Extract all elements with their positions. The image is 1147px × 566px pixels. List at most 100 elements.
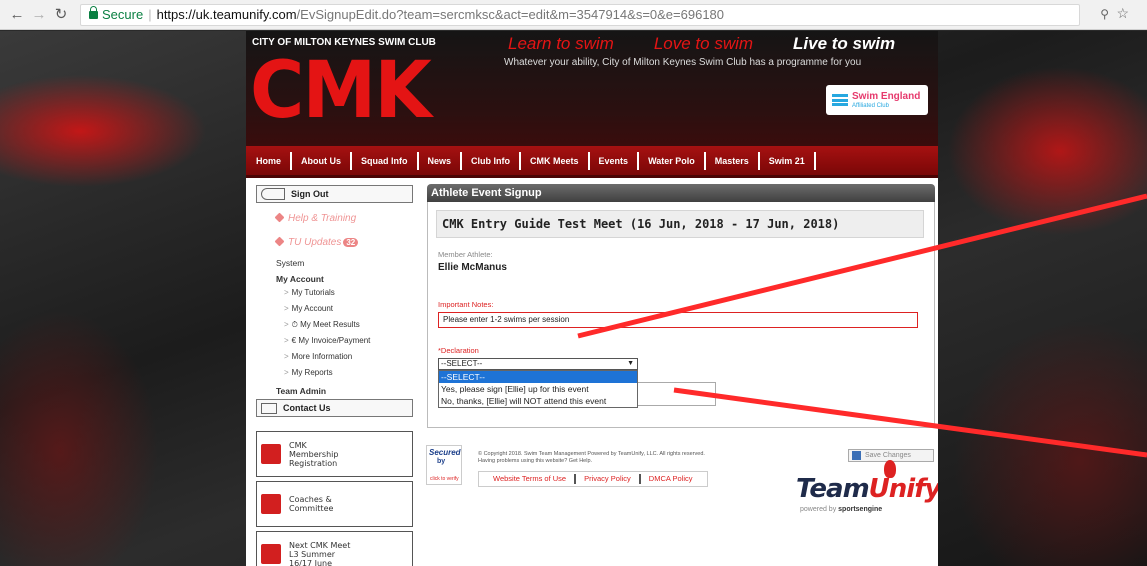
- declaration-label: *Declaration: [438, 346, 479, 355]
- terms-link[interactable]: Website Terms of Use: [485, 474, 577, 484]
- contact-us-button[interactable]: Contact Us: [256, 399, 413, 417]
- bullet-icon: [274, 212, 285, 223]
- tu-unify-text: Unify: [868, 474, 938, 504]
- save-changes-label: Save Changes: [865, 452, 911, 459]
- sidebar: Sign Out Help & Training TU Updates 32 Sy…: [256, 183, 413, 566]
- site-container: CITY OF MILTON KEYNES SWIM CLUB CMK Lear…: [246, 31, 938, 566]
- teamunify-wordmark: TeamUnify: [796, 474, 938, 504]
- reload-icon[interactable]: ↻: [52, 6, 70, 24]
- tu-updates-count-badge: 32: [343, 238, 359, 247]
- important-notes-box: Please enter 1-2 swims per session: [438, 312, 918, 328]
- secure-label: Secure: [102, 7, 144, 22]
- option-select[interactable]: --SELECT--: [439, 371, 637, 383]
- my-invoice-label: € My Invoice/Payment: [291, 336, 371, 345]
- more-information-label: More Information: [291, 352, 353, 361]
- sidebar-system[interactable]: System: [276, 258, 304, 268]
- sidebar-my-tutorials[interactable]: > My Tutorials: [284, 288, 335, 297]
- nav-swim-21[interactable]: Swim 21: [760, 151, 816, 170]
- url-host: https://uk.teamunify.com: [156, 7, 297, 22]
- promo-membership-label: CMK Membership Registration: [289, 440, 339, 468]
- back-arrow-icon[interactable]: ←: [8, 6, 26, 24]
- chevron-right-icon: >: [284, 288, 289, 297]
- url-separator: |: [148, 7, 152, 22]
- tagline: Learn to swim Love to swim Live to swim: [508, 34, 938, 54]
- my-tutorials-label: My Tutorials: [291, 288, 335, 297]
- nav-news[interactable]: News: [419, 151, 463, 170]
- main-panel: Athlete Event Signup CMK Entry Guide Tes…: [427, 184, 935, 428]
- declaration-select[interactable]: --SELECT-- ▼: [438, 358, 638, 370]
- bookmark-star-icon[interactable]: ☆: [1116, 5, 1129, 22]
- main-navigation: Home About Us Squad Info News Club Info …: [246, 146, 938, 178]
- chevron-right-icon: >: [284, 336, 289, 345]
- nav-squad-info[interactable]: Squad Info: [352, 151, 419, 170]
- tu-updates-link[interactable]: TU Updates 32: [274, 236, 359, 248]
- sidebar-my-invoice[interactable]: > € My Invoice/Payment: [284, 336, 370, 345]
- privacy-link[interactable]: Privacy Policy: [576, 474, 641, 484]
- tu-team-text: Team: [796, 474, 870, 504]
- help-training-link[interactable]: Help & Training: [274, 212, 357, 224]
- swim-england-badge[interactable]: Swim England Affiliated Club: [826, 85, 928, 115]
- save-icon: [852, 451, 861, 460]
- contact-us-label: Contact Us: [283, 403, 331, 413]
- sidebar-more-information[interactable]: > More Information: [284, 352, 352, 361]
- calendar-icon: [261, 544, 281, 564]
- mail-icon: [261, 402, 277, 414]
- sportsengine-label: sportsengine: [838, 506, 883, 513]
- swim-england-label: Swim England: [852, 91, 921, 102]
- sidebar-my-account-heading: My Account: [276, 274, 324, 284]
- option-no[interactable]: No, thanks, [Ellie] will NOT attend this…: [439, 395, 637, 407]
- nav-club-info[interactable]: Club Info: [462, 151, 522, 170]
- forward-arrow-icon[interactable]: →: [30, 6, 48, 24]
- copyright-text: © Copyright 2018. Swim Team Management P…: [478, 451, 838, 465]
- declaration-dropdown-list: --SELECT-- Yes, please sign [Ellie] up f…: [438, 370, 638, 408]
- swim-england-sub-label: Affiliated Club: [852, 103, 889, 109]
- tagline-love: Love to swim: [653, 34, 754, 53]
- powered-by: powered by sportsengine: [800, 506, 882, 513]
- address-bar[interactable]: Secure | https://uk.teamunify.com/EvSignup…: [80, 4, 1080, 26]
- help-line[interactable]: Having problems using this website? Get …: [478, 458, 838, 465]
- chevron-right-icon: >: [284, 320, 289, 329]
- sign-out-icon: [261, 188, 285, 200]
- dropdown-arrow-icon: ▼: [627, 360, 634, 367]
- nav-cmk-meets[interactable]: CMK Meets: [521, 151, 590, 170]
- sidebar-my-meet-results[interactable]: > ⏱ My Meet Results: [284, 320, 360, 330]
- declaration-selected-value: --SELECT--: [441, 359, 483, 368]
- promo-next-meet[interactable]: Next CMK Meet L3 Summer 16/17 June: [256, 531, 413, 566]
- chevron-right-icon: >: [284, 304, 289, 313]
- sidebar-my-reports[interactable]: > My Reports: [284, 368, 333, 377]
- site-header: CITY OF MILTON KEYNES SWIM CLUB CMK Lear…: [246, 31, 938, 146]
- promo-membership[interactable]: CMK Membership Registration: [256, 431, 413, 477]
- athlete-name: Ellie McManus: [438, 262, 507, 273]
- important-notes-label: Important Notes:: [438, 300, 494, 309]
- cmk-logo[interactable]: CMK: [250, 47, 432, 135]
- chevron-right-icon: >: [284, 352, 289, 361]
- teamunify-logo[interactable]: TeamUnify powered by sportsengine: [796, 460, 938, 516]
- membership-icon: [261, 444, 281, 464]
- promo-next-meet-label: Next CMK Meet L3 Summer 16/17 June: [289, 540, 351, 566]
- nav-home[interactable]: Home: [256, 151, 293, 170]
- sign-out-button[interactable]: Sign Out: [256, 185, 413, 203]
- stopwatch-icon: ⏱: [291, 320, 301, 329]
- tagline-learn: Learn to swim: [508, 34, 614, 53]
- sidebar-team-admin[interactable]: Team Admin: [276, 386, 326, 396]
- secured-by-label: by: [437, 458, 446, 465]
- nav-events[interactable]: Events: [590, 151, 640, 170]
- swim-england-wave-icon: [832, 94, 848, 106]
- sidebar-my-account[interactable]: > My Account: [284, 304, 333, 313]
- secured-label: Secured: [429, 448, 461, 457]
- copyright-line: © Copyright 2018. Swim Team Management P…: [478, 451, 705, 457]
- nav-about-us[interactable]: About Us: [292, 151, 353, 170]
- nav-masters[interactable]: Masters: [706, 151, 760, 170]
- tu-updates-label: TU Updates: [288, 237, 342, 248]
- secured-badge[interactable]: Secured by click to verify: [426, 445, 462, 485]
- zoom-icon[interactable]: ⚲: [1100, 7, 1109, 21]
- option-yes[interactable]: Yes, please sign [Ellie] up for this eve…: [439, 383, 637, 395]
- help-training-label: Help & Training: [288, 213, 357, 224]
- sub-tagline: Whatever your ability, City of Milton Ke…: [504, 57, 862, 68]
- click-to-verify-label: click to verify: [430, 476, 459, 482]
- my-meet-results-label: My Meet Results: [300, 320, 360, 329]
- nav-water-polo[interactable]: Water Polo: [639, 151, 706, 170]
- dmca-link[interactable]: DMCA Policy: [641, 474, 701, 484]
- promo-coaches[interactable]: Coaches & Committee: [256, 481, 413, 527]
- my-account-label: My Account: [291, 304, 334, 313]
